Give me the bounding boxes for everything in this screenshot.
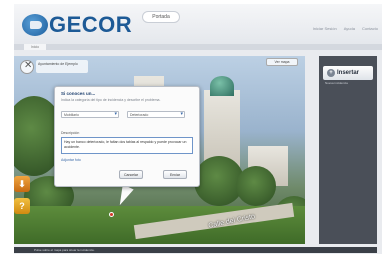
insert-subtitle: Nueva incidencia xyxy=(325,81,348,85)
incident-marker[interactable] xyxy=(109,212,114,217)
header: GECOR Portada Iniciar Sesión Ayuda Conta… xyxy=(14,4,382,46)
type-select[interactable]: Deteriorado xyxy=(127,111,185,118)
status-bar: Pulse sobre el mapa para situar la incid… xyxy=(14,247,377,253)
insert-button[interactable]: + Insertar xyxy=(323,66,373,80)
cancel-button[interactable]: Cancelar xyxy=(119,170,143,179)
description-field[interactable]: Hay un banco deteriorado, le faltan dos … xyxy=(61,137,193,154)
top-links: Iniciar Sesión Ayuda Contacto xyxy=(313,26,378,31)
top-link-login[interactable]: Iniciar Sesión xyxy=(313,26,337,31)
incident-dialog: Si conoces un... Indica la categoría del… xyxy=(54,86,200,187)
send-button[interactable]: Enviar xyxy=(163,170,187,179)
right-panel: + Insertar Nueva incidencia xyxy=(319,56,377,244)
top-link-help[interactable]: Ayuda xyxy=(344,26,355,31)
home-button[interactable]: Portada xyxy=(142,11,180,23)
dialog-title: Si conoces un... xyxy=(61,91,96,96)
tab-home[interactable]: Inicio xyxy=(24,44,46,50)
logo-text: GECOR xyxy=(49,12,133,37)
close-location-button[interactable] xyxy=(20,60,34,74)
tree xyxy=(236,166,276,206)
category-select[interactable]: Mobiliario xyxy=(61,111,119,118)
description-label: Descripción xyxy=(61,131,80,135)
help-icon[interactable]: ? xyxy=(14,198,30,214)
insert-button-label: Insertar xyxy=(337,70,360,76)
side-tools: ⬇ ? xyxy=(14,176,34,220)
view-map-button[interactable]: Ver mapa xyxy=(266,58,298,66)
dialog-subtitle: Indica la categoría del tipo de incidenc… xyxy=(61,98,161,102)
gecor-logo-icon xyxy=(22,14,48,36)
location-label: Ayuntamiento de Ejemplo xyxy=(36,60,88,73)
download-icon[interactable]: ⬇ xyxy=(14,176,30,192)
attach-photo-link[interactable]: Adjuntar foto xyxy=(61,158,81,162)
church-dome xyxy=(210,76,234,96)
gecor-logo[interactable]: GECOR xyxy=(22,12,132,38)
top-link-contact[interactable]: Contacto xyxy=(362,26,378,31)
plus-icon: + xyxy=(327,69,335,77)
tab-bar: Inicio xyxy=(14,44,382,50)
